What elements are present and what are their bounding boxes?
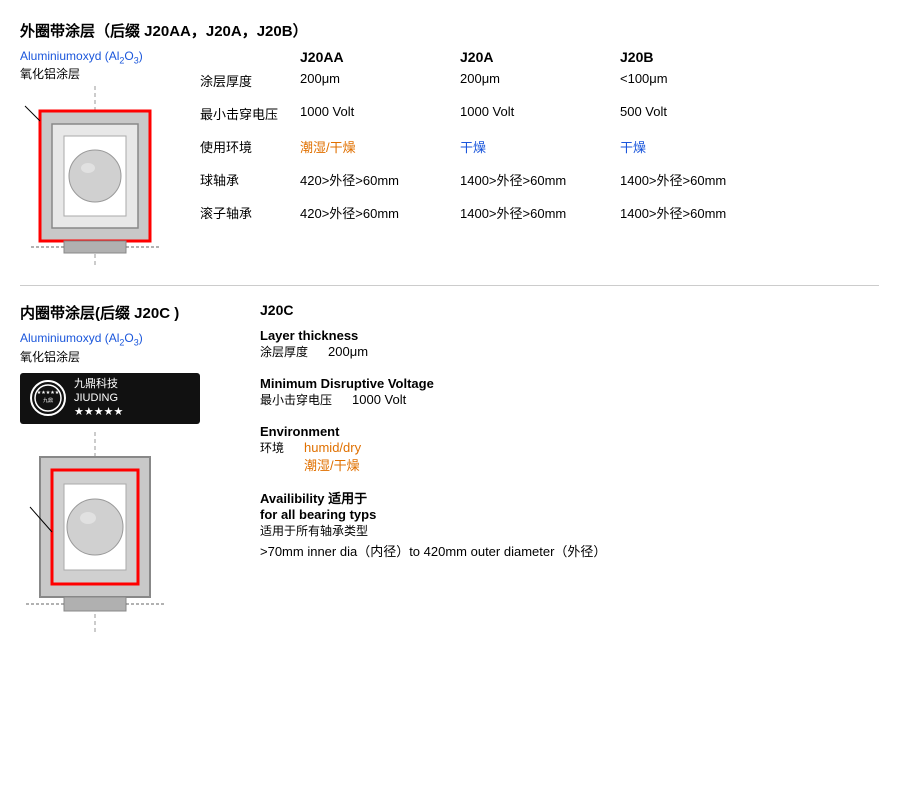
- detail-environment-value-cn: 潮湿/干燥: [304, 455, 361, 474]
- cell-j20aa-thickness: 200μm: [300, 71, 460, 86]
- bottom-section: 内圈带涂层(后缀 J20C ) Aluminiumoxyd (Al2O3) 氧化…: [20, 302, 879, 634]
- detail-voltage-en: Minimum Disruptive Voltage: [260, 376, 879, 391]
- svg-text:九鼎: 九鼎: [43, 397, 53, 404]
- top-section-title: 外圈带涂层（后缀 J20AA，J20A，J20B）: [20, 20, 879, 41]
- label-environment: 使用环境: [200, 137, 300, 156]
- cell-j20a-roller: 1400>外径>60mm: [460, 203, 620, 222]
- row-roller-bearing: 滚子轴承 420>外径>60mm 1400>外径>60mm 1400>外径>60…: [200, 203, 879, 222]
- top-label-cn: 氧化铝涂层: [20, 65, 180, 82]
- detail-environment-en: Environment: [260, 424, 879, 439]
- detail-availability-cn: 适用于所有轴承类型: [260, 522, 879, 539]
- watermark: ★★★★★ 九鼎 九鼎科技 JIUDING ★★★★★: [20, 373, 200, 424]
- detail-voltage-value: 1000 Volt: [352, 392, 406, 407]
- cell-j20b-roller: 1400>外径>60mm: [620, 203, 780, 222]
- cell-j20b-voltage: 500 Volt: [620, 104, 780, 119]
- detail-environment-cn: 环境: [260, 439, 284, 456]
- row-ball-bearing: 球轴承 420>外径>60mm 1400>外径>60mm 1400>外径>60m…: [200, 170, 879, 189]
- watermark-text: 九鼎科技 JIUDING ★★★★★: [74, 377, 123, 420]
- cell-j20aa-env: 潮湿/干燥: [300, 137, 460, 156]
- detail-layer-thickness-cn: 涂层厚度: [260, 343, 308, 360]
- cell-j20a-env: 干燥: [460, 137, 620, 156]
- bottom-right-area: J20C Layer thickness 涂层厚度 200μm Minimum …: [260, 302, 879, 634]
- cell-j20b-ball: 1400>外径>60mm: [620, 170, 780, 189]
- row-coating-thickness: 涂层厚度 200μm 200μm <100μm: [200, 71, 879, 90]
- cell-j20b-env: 干燥: [620, 137, 780, 156]
- col-header-j20aa: J20AA: [300, 49, 460, 65]
- detail-availability-en2: for all bearing typs: [260, 507, 879, 522]
- col-header-j20b: J20B: [620, 49, 780, 65]
- bottom-label-cn: 氧化铝涂层: [20, 348, 240, 365]
- cell-j20a-voltage: 1000 Volt: [460, 104, 620, 119]
- detail-environment: Environment 环境 humid/dry 潮湿/干燥: [260, 424, 879, 474]
- bottom-section-title: 内圈带涂层(后缀 J20C ): [20, 302, 240, 323]
- bottom-label-blue: Aluminiumoxyd (Al2O3): [20, 331, 240, 347]
- watermark-line2: JIUDING: [74, 391, 123, 405]
- section-divider: [20, 285, 879, 286]
- detail-availability-value: >70mm inner dia（内径）to 420mm outer diamet…: [260, 541, 879, 560]
- detail-voltage-cn: 最小击穿电压: [260, 391, 332, 408]
- cell-j20b-thickness: <100μm: [620, 71, 780, 86]
- cell-j20aa-roller: 420>外径>60mm: [300, 203, 460, 222]
- bottom-bearing-svg: [20, 432, 240, 635]
- detail-layer-thickness-en: Layer thickness: [260, 328, 879, 343]
- bottom-left-area: 内圈带涂层(后缀 J20C ) Aluminiumoxyd (Al2O3) 氧化…: [20, 302, 240, 634]
- top-bearing-svg: [20, 86, 180, 269]
- cell-j20a-thickness: 200μm: [460, 71, 620, 86]
- svg-text:★★★★★: ★★★★★: [37, 390, 60, 396]
- watermark-line1: 九鼎科技: [74, 377, 123, 391]
- row-voltage: 最小击穿电压 1000 Volt 1000 Volt 500 Volt: [200, 104, 879, 123]
- cell-j20aa-ball: 420>外径>60mm: [300, 170, 460, 189]
- label-roller-bearing: 滚子轴承: [200, 203, 300, 222]
- detail-voltage: Minimum Disruptive Voltage 最小击穿电压 1000 V…: [260, 376, 879, 410]
- bottom-column-header: J20C: [260, 302, 879, 318]
- detail-layer-thickness-value: 200μm: [328, 344, 368, 359]
- top-data-table: J20AA J20A J20B 涂层厚度 200μm 200μm <100μm …: [200, 49, 879, 269]
- watermark-circle: ★★★★★ 九鼎: [30, 380, 66, 416]
- top-label-blue: Aluminiumoxyd (Al2O3): [20, 49, 180, 65]
- detail-layer-thickness: Layer thickness 涂层厚度 200μm: [260, 328, 879, 362]
- detail-environment-value-en: humid/dry: [304, 440, 361, 455]
- cell-j20a-ball: 1400>外径>60mm: [460, 170, 620, 189]
- cell-j20aa-voltage: 1000 Volt: [300, 104, 460, 119]
- label-ball-bearing: 球轴承: [200, 170, 300, 189]
- label-voltage: 最小击穿电压: [200, 104, 300, 123]
- detail-availability: Availibility 适用于 for all bearing typs 适用…: [260, 488, 879, 560]
- label-coating-thickness: 涂层厚度: [200, 71, 300, 90]
- row-environment: 使用环境 潮湿/干燥 干燥 干燥: [200, 137, 879, 156]
- top-column-headers: J20AA J20A J20B: [200, 49, 879, 65]
- top-bearing-diagram: Aluminiumoxyd (Al2O3) 氧化铝涂层: [20, 49, 180, 269]
- detail-availability-en1: Availibility 适用于: [260, 488, 367, 507]
- col-header-j20a: J20A: [460, 49, 620, 65]
- watermark-stars: ★★★★★: [74, 405, 123, 419]
- top-section: 外圈带涂层（后缀 J20AA，J20A，J20B） Aluminiumoxyd …: [20, 20, 879, 269]
